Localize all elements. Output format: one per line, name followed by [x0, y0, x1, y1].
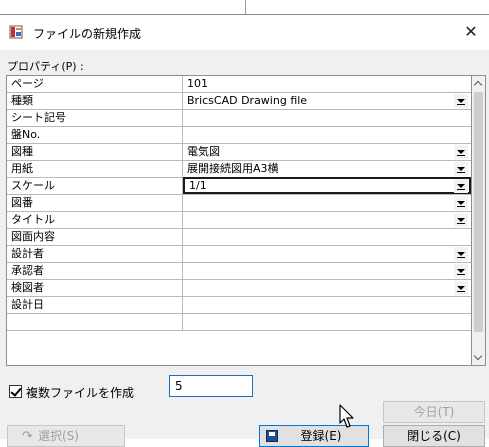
property-grid-scrollbar[interactable] — [472, 75, 486, 366]
property-row[interactable]: 承認者 — [7, 263, 471, 280]
file-count-field[interactable]: 5 — [169, 375, 253, 397]
close-icon[interactable]: ✕ — [459, 22, 483, 42]
property-name: 承認者 — [7, 263, 183, 279]
property-value[interactable] — [183, 229, 471, 245]
property-value[interactable]: BricsCAD Drawing file — [183, 93, 471, 109]
property-name: 図番 — [7, 195, 183, 211]
property-value[interactable] — [183, 212, 471, 228]
property-value[interactable] — [183, 297, 471, 313]
dropdown-arrow-icon[interactable] — [454, 162, 468, 176]
property-row[interactable]: 図番 — [7, 195, 471, 212]
dropdown-arrow-icon[interactable] — [454, 179, 468, 193]
property-value[interactable] — [183, 195, 471, 211]
floppy-disk-icon — [266, 430, 278, 442]
property-value[interactable] — [183, 280, 471, 296]
property-name: シート記号 — [7, 110, 183, 126]
dropdown-arrow-icon[interactable] — [454, 264, 468, 278]
property-name: 検図者 — [7, 280, 183, 296]
app-icon — [9, 25, 23, 39]
property-row[interactable]: 種類 BricsCAD Drawing file — [7, 93, 471, 110]
scroll-thumb[interactable] — [474, 92, 483, 332]
mouse-pointer-icon — [339, 404, 354, 428]
property-row[interactable]: 設計日 — [7, 297, 471, 314]
property-value[interactable]: 101 — [183, 76, 471, 92]
dropdown-arrow-icon[interactable] — [454, 247, 468, 261]
property-name — [7, 314, 183, 330]
select-button-label: 選択(S) — [38, 429, 79, 443]
dropdown-arrow-icon[interactable] — [454, 196, 468, 210]
property-value[interactable] — [183, 127, 471, 143]
property-row[interactable]: タイトル — [7, 212, 471, 229]
scroll-down-icon[interactable] — [472, 350, 486, 365]
new-file-dialog: ファイルの新規作成 ✕ プロパティ(P) : ページ 101 種類 BricsCAD … — [0, 14, 489, 447]
background-divider — [245, 0, 246, 14]
property-name: 図面内容 — [7, 229, 183, 245]
property-row[interactable]: ページ 101 — [7, 76, 471, 93]
property-value[interactable]: 1/1 — [183, 177, 471, 194]
scroll-up-icon[interactable] — [472, 76, 486, 91]
dropdown-arrow-icon[interactable] — [454, 145, 468, 159]
property-value[interactable]: 電気図 — [183, 144, 471, 160]
today-button[interactable]: 今日(T) — [383, 401, 485, 423]
dropdown-arrow-icon[interactable] — [454, 94, 468, 108]
property-value[interactable] — [183, 263, 471, 279]
close-button[interactable]: 閉じる(C) — [383, 425, 485, 447]
title-bar: ファイルの新規作成 ✕ — [0, 15, 489, 50]
properties-label: プロパティ(P) : — [7, 60, 84, 73]
property-row[interactable]: 図面内容 — [7, 229, 471, 246]
property-name: タイトル — [7, 212, 183, 228]
multi-file-label: 複数ファイルを作成 — [26, 386, 135, 400]
dropdown-arrow-icon[interactable] — [454, 213, 468, 227]
property-row[interactable]: 図種 電気図 — [7, 144, 471, 161]
background-strip — [0, 0, 489, 14]
property-name: 盤No. — [7, 127, 183, 143]
dropdown-arrow-icon[interactable] — [454, 281, 468, 295]
property-name: 設計日 — [7, 297, 183, 313]
property-value[interactable]: 展開接続図用A3横 — [183, 161, 471, 177]
multi-file-checkbox[interactable] — [9, 385, 22, 398]
select-arrow-icon: ↷ — [22, 429, 33, 444]
property-name: スケール — [7, 178, 183, 194]
property-grid: ページ 101 種類 BricsCAD Drawing file シート記号 盤No. 図種… — [6, 75, 472, 366]
register-button-label: 登録(E) — [300, 429, 342, 443]
property-name: 種類 — [7, 93, 183, 109]
property-name: 用紙 — [7, 161, 183, 177]
property-row[interactable] — [7, 314, 471, 331]
property-name: 設計者 — [7, 246, 183, 262]
property-row[interactable]: スケール 1/1 — [7, 177, 471, 195]
property-row[interactable]: 設計者 — [7, 246, 471, 263]
property-row[interactable]: 盤No. — [7, 127, 471, 144]
property-value[interactable] — [183, 110, 471, 126]
property-name: ページ — [7, 76, 183, 92]
property-value[interactable] — [183, 314, 471, 330]
property-row[interactable]: シート記号 — [7, 110, 471, 127]
property-row[interactable]: 検図者 — [7, 280, 471, 297]
property-name: 図種 — [7, 144, 183, 160]
select-button[interactable]: ↷ 選択(S) — [7, 425, 125, 447]
dialog-title: ファイルの新規作成 — [33, 27, 142, 41]
property-value[interactable] — [183, 246, 471, 262]
property-row[interactable]: 用紙 展開接続図用A3横 — [7, 161, 471, 178]
